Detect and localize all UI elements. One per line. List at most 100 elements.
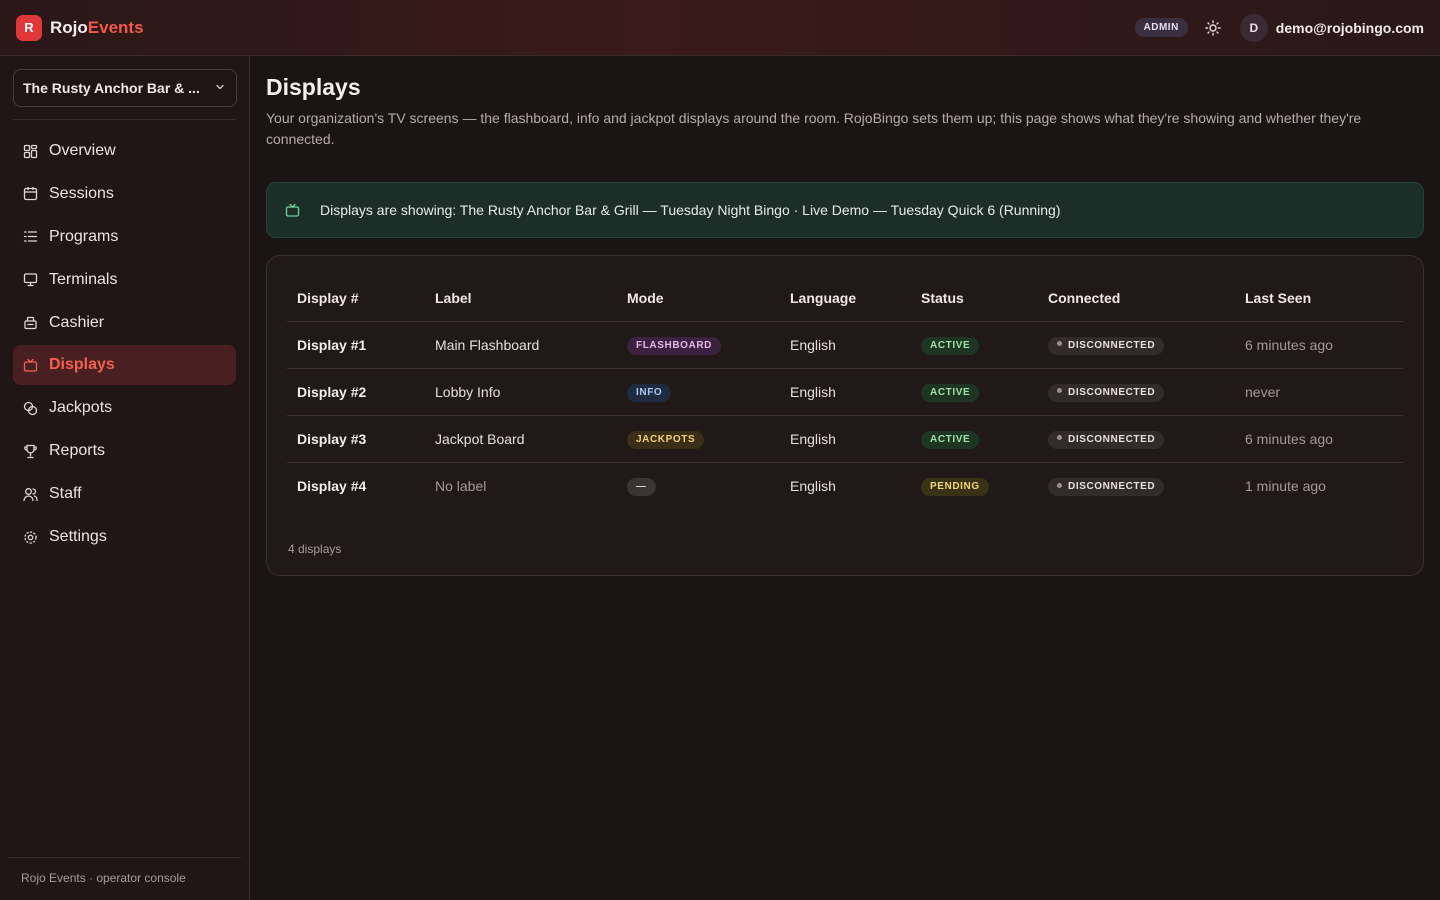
- mode-badge: —: [627, 477, 656, 496]
- status-dot-icon: [1057, 482, 1062, 488]
- sidebar-item-staff[interactable]: Staff: [13, 474, 236, 514]
- status-badge: ACTIVE: [921, 383, 980, 402]
- status-dot-icon: [1057, 435, 1062, 441]
- avatar[interactable]: D: [1239, 13, 1268, 42]
- theme-toggle-sun-icon[interactable]: [1202, 17, 1224, 39]
- language-cell: English: [780, 321, 911, 369]
- sidebar-divider: [13, 119, 236, 120]
- sidebar-footer: Rojo Events · operator console: [8, 857, 241, 900]
- mode-cell: INFO: [617, 368, 780, 416]
- connection-badge: DISCONNECTED: [1048, 383, 1165, 402]
- users-icon: [22, 486, 38, 502]
- logo-icon[interactable]: R: [16, 14, 42, 41]
- column-header-display[interactable]: Display #: [287, 276, 425, 322]
- language-cell: English: [790, 477, 836, 494]
- mode-badge: JACKPOTS: [627, 430, 705, 449]
- organization-selector[interactable]: The Rusty Anchor Bar & ...: [13, 69, 237, 107]
- mode-cell: JACKPOTS: [617, 415, 780, 463]
- sidebar-item-label: Programs: [49, 227, 119, 245]
- sidebar-item-cashier[interactable]: Cashier: [13, 303, 236, 343]
- last-seen-cell: 6 minutes ago: [1235, 321, 1403, 369]
- column-header-last-seen[interactable]: Last Seen: [1235, 276, 1403, 322]
- status-dot-icon: [1057, 388, 1062, 394]
- display-number: Display #4: [297, 477, 367, 494]
- display-number: Display #1: [287, 321, 425, 369]
- sidebar: The Rusty Anchor Bar & ... Overview Sess…: [0, 56, 250, 900]
- column-header-label[interactable]: Label: [425, 276, 617, 322]
- table-header-row: Display # Label Mode Language Status Con…: [287, 276, 1403, 322]
- language-cell: English: [780, 368, 911, 416]
- displays-count: 4 displays: [288, 542, 342, 556]
- display-number: Display #3: [287, 415, 425, 463]
- sidebar-item-label: Cashier: [49, 313, 105, 331]
- sidebar-item-displays[interactable]: Displays: [13, 345, 236, 386]
- status-badge: PENDING: [921, 477, 989, 496]
- monitor-icon: [22, 272, 38, 288]
- page-description: Your organization's TV screens — the fla…: [266, 110, 1362, 147]
- banner-text: Displays are showing: The Rusty Anchor B…: [320, 202, 1061, 218]
- user-email[interactable]: demo@rojobingo.com: [1276, 20, 1424, 36]
- trophy-icon: [22, 443, 38, 459]
- column-header-mode[interactable]: Mode: [617, 276, 780, 322]
- column-header-language[interactable]: Language: [780, 276, 911, 322]
- connected-cell: DISCONNECTED: [1038, 368, 1235, 416]
- sidebar-item-label: Settings: [49, 528, 107, 546]
- sidebar-item-label: Staff: [49, 485, 82, 503]
- column-header-connected[interactable]: Connected: [1038, 276, 1235, 322]
- connected-cell: DISCONNECTED: [1038, 415, 1235, 463]
- brand-part-2: Events: [87, 17, 144, 37]
- status-cell: ACTIVE: [911, 415, 1038, 463]
- sidebar-item-label: Sessions: [49, 184, 114, 202]
- sidebar-item-programs[interactable]: Programs: [13, 217, 236, 257]
- sidebar-item-reports[interactable]: Reports: [13, 431, 236, 471]
- connection-badge: DISCONNECTED: [1048, 336, 1165, 355]
- language-cell: English: [780, 415, 911, 463]
- display-label: No label: [435, 477, 487, 494]
- connection-text: DISCONNECTED: [1068, 433, 1156, 445]
- table-row[interactable]: Display #1 Main Flashboard FLASHBOARD En…: [287, 321, 1403, 369]
- table-row[interactable]: Display #3 Jackpot Board JACKPOTS Englis…: [287, 415, 1403, 463]
- status-cell: ACTIVE: [911, 368, 1038, 416]
- user-area: ADMIN D demo@rojobingo.com: [1134, 13, 1424, 42]
- coins-icon: [22, 400, 38, 416]
- sidebar-item-jackpots[interactable]: Jackpots: [13, 388, 236, 428]
- brand-part-1: Rojo: [50, 17, 88, 37]
- gear-icon: [22, 529, 38, 545]
- connection-text: DISCONNECTED: [1068, 339, 1156, 351]
- organization-name: The Rusty Anchor Bar & ...: [23, 80, 200, 96]
- column-header-status[interactable]: Status: [911, 276, 1038, 322]
- sidebar-item-terminals[interactable]: Terminals: [13, 260, 236, 300]
- sidebar-item-overview[interactable]: Overview: [13, 131, 236, 171]
- cashier-icon: [22, 315, 38, 331]
- connection-text: DISCONNECTED: [1068, 480, 1156, 492]
- table-row[interactable]: Display #4 No label — English PENDING DI…: [287, 462, 1403, 509]
- sidebar-item-label: Terminals: [49, 270, 118, 288]
- connected-cell: DISCONNECTED: [1038, 462, 1235, 509]
- sidebar-item-label: Reports: [49, 442, 106, 460]
- now-showing-banner: Displays are showing: The Rusty Anchor B…: [266, 182, 1424, 238]
- table-row[interactable]: Display #2 Lobby Info INFO English ACTIV…: [287, 368, 1403, 416]
- displays-table: Display # Label Mode Language Status Con…: [287, 276, 1403, 509]
- status-badge: ACTIVE: [921, 336, 980, 355]
- connection-badge: DISCONNECTED: [1048, 430, 1165, 449]
- connection-badge: DISCONNECTED: [1048, 477, 1165, 496]
- display-number: Display #2: [287, 368, 425, 416]
- chevron-down-icon: [214, 80, 226, 96]
- connected-cell: DISCONNECTED: [1038, 321, 1235, 369]
- mode-badge: FLASHBOARD: [627, 336, 721, 355]
- status-badge: ACTIVE: [921, 430, 980, 449]
- tv-icon: [22, 357, 38, 373]
- mode-badge: INFO: [627, 383, 672, 402]
- tv-icon: [285, 202, 301, 218]
- mode-cell: —: [617, 462, 780, 509]
- sidebar-item-settings[interactable]: Settings: [13, 517, 236, 557]
- status-dot-icon: [1057, 341, 1062, 347]
- display-label: Jackpot Board: [425, 415, 617, 463]
- brand-name[interactable]: RojoEvents: [50, 18, 144, 38]
- displays-table-card: Display # Label Mode Language Status Con…: [266, 255, 1424, 576]
- list-icon: [22, 229, 38, 245]
- status-cell: ACTIVE: [911, 321, 1038, 369]
- last-seen-cell: 1 minute ago: [1245, 477, 1326, 494]
- sidebar-item-sessions[interactable]: Sessions: [13, 174, 236, 214]
- main-content: Displays Your organization's TV screens …: [266, 56, 1424, 576]
